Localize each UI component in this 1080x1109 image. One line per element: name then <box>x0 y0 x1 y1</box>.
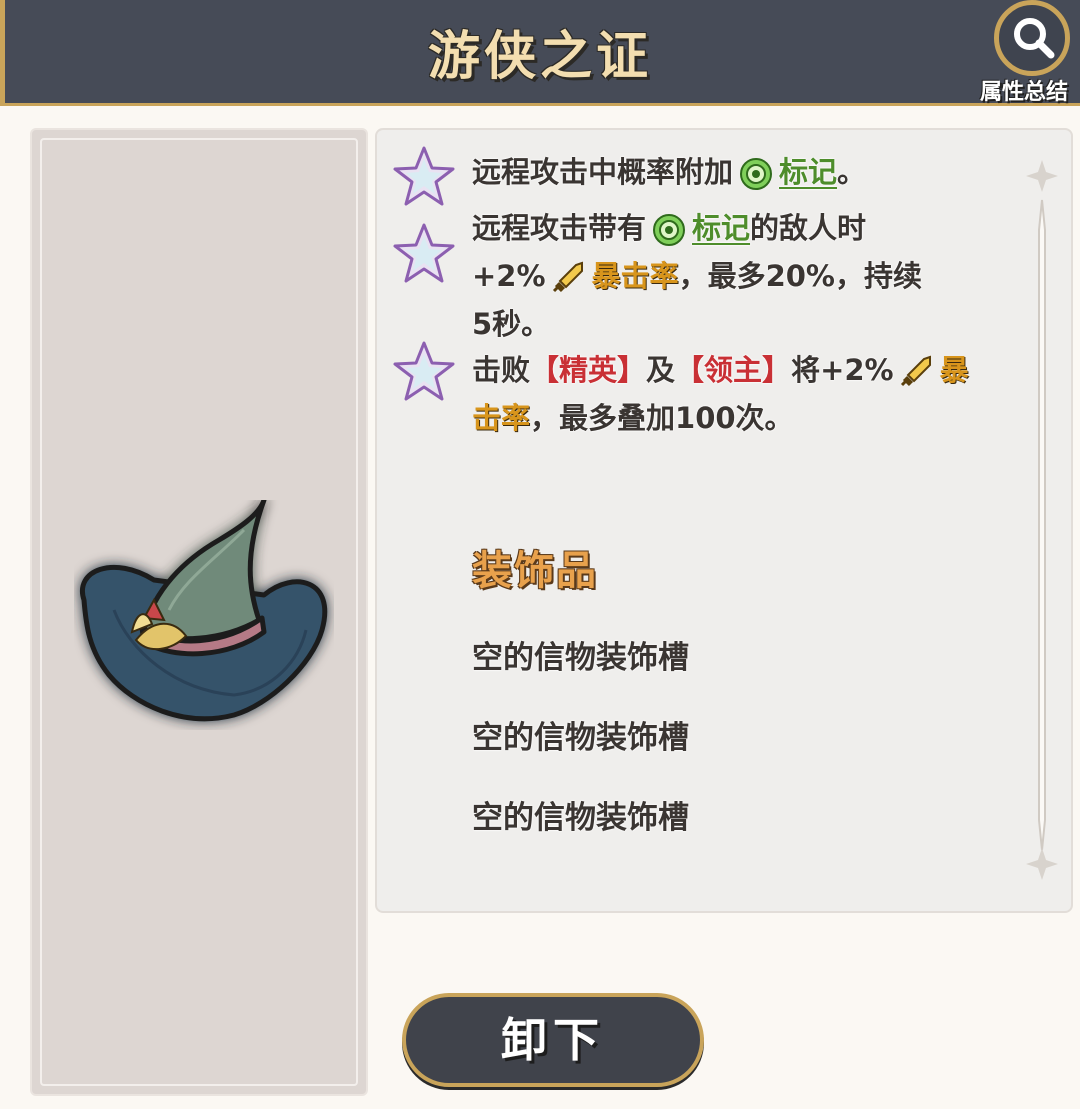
summary-label: 属性总结 <box>979 80 1068 105</box>
ranger-hat-icon <box>80 500 328 722</box>
keyword-boss[interactable]: 【领主】 <box>675 353 791 387</box>
attribute-summary-button[interactable]: 属性总结 <box>972 0 1080 105</box>
keyword-crit-rate[interactable]: 暴 <box>940 353 969 387</box>
effect-text: 远程攻击带有 标记的敌人时 +2% 暴击率，最多20%，持续 5秒。 <box>472 204 992 348</box>
keyword-crit-rate[interactable]: 击率 <box>472 401 530 435</box>
unequip-button[interactable]: 卸下 <box>402 993 704 1087</box>
effect-text-segment: ，最多20%，持续 <box>678 259 922 293</box>
effect-text: 远程攻击中概率附加 标记。 <box>472 148 992 196</box>
accessory-slot[interactable]: 空的信物装饰槽 <box>472 792 689 837</box>
accessory-slot[interactable]: 空的信物装饰槽 <box>472 712 689 757</box>
star-icon <box>393 146 455 206</box>
effect-text-segment: 远程攻击中概率附加 <box>472 155 734 189</box>
sword-crit-icon <box>900 355 931 387</box>
effect-text-segment: 击败 <box>472 353 531 387</box>
keyword-mark[interactable]: 标记 <box>692 211 750 245</box>
effect-text-segment: ，最多叠加100次。 <box>530 401 794 435</box>
target-mark-icon <box>653 214 686 246</box>
effect-text-segment: 5秒。 <box>472 307 551 341</box>
item-image-panel <box>30 128 368 1096</box>
effect-text-segment: 及 <box>646 353 676 387</box>
page-title: 游侠之证 <box>427 27 652 87</box>
star-icon <box>393 341 455 401</box>
search-icon <box>1014 18 1055 59</box>
keyword-crit-rate[interactable]: 暴击率 <box>592 259 679 293</box>
scrollbar[interactable] <box>1024 160 1060 880</box>
effect-text-segment: 。 <box>837 155 867 189</box>
target-mark-icon <box>740 158 773 190</box>
summary-ring <box>994 0 1070 76</box>
sword-crit-icon <box>552 261 583 293</box>
effect-text-segment: 远程攻击带有 <box>472 211 647 245</box>
accessory-section-title: 装饰品 <box>472 548 598 594</box>
effect-text-segment: 的敌人时 <box>750 211 867 245</box>
effect-text-segment: 将+2% <box>791 353 894 387</box>
keyword-elite[interactable]: 【精英】 <box>530 353 646 387</box>
effect-text: 击败【精英】及【领主】将+2% 暴 击率，最多叠加100次。 <box>472 346 992 442</box>
accessory-slot[interactable]: 空的信物装饰槽 <box>472 632 689 677</box>
star-icon <box>393 223 455 283</box>
keyword-mark[interactable]: 标记 <box>779 155 837 189</box>
header-bar: 游侠之证 属性总结 <box>0 0 1080 106</box>
effect-text-segment: +2% <box>472 259 546 293</box>
